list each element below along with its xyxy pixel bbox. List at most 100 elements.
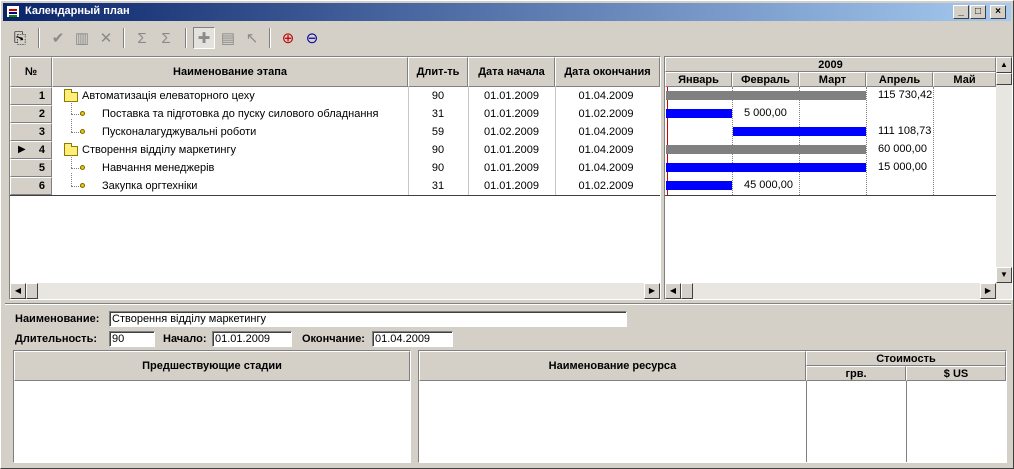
stage-name: Поставка та підготовка до пуску силового… <box>102 108 379 120</box>
col-header-duration[interactable]: Длит-ть <box>408 57 468 87</box>
table-row[interactable]: 6 Закупка оргтехніки 31 01.01.2009 01.02.200… <box>10 173 660 195</box>
stage-duration: 59 <box>431 126 445 138</box>
gantt-bar[interactable] <box>666 145 866 154</box>
add-node-icon[interactable]: ✚ <box>193 27 215 49</box>
stage-duration: 90 <box>431 144 445 156</box>
tree-line <box>71 173 72 186</box>
scroll-thumb[interactable] <box>996 73 1012 85</box>
cost-uah-header[interactable]: грв. <box>806 366 906 381</box>
grid-line <box>408 87 409 195</box>
tree-line <box>71 119 72 132</box>
minimize-button[interactable]: _ <box>953 5 969 19</box>
stage-end: 01.04.2009 <box>578 144 634 156</box>
start-field[interactable]: 01.01.2009 <box>212 331 292 347</box>
gantt-bar[interactable] <box>733 127 866 136</box>
stage-end: 01.04.2009 <box>578 90 634 102</box>
col-header-num[interactable]: № <box>10 57 52 87</box>
table-row[interactable]: 5 Навчання менеджерів 90 01.01.2009 01.04.20… <box>10 155 660 177</box>
check-icon[interactable]: ✔ <box>47 27 69 49</box>
table-row[interactable]: 1 Автоматизація елеваторного цеху 90 01.01.… <box>10 87 660 105</box>
resources-table: Наименование ресурса Стоимость грв. $ US <box>418 350 1007 463</box>
pointer-icon[interactable]: ↖ <box>241 27 263 49</box>
stage-start: 01.02.2009 <box>483 126 540 138</box>
gantt-bar-label: 15 000,00 <box>878 161 927 173</box>
row-number[interactable]: 1 <box>10 87 52 105</box>
tree-line <box>71 155 72 168</box>
gantt-bar[interactable] <box>666 91 866 100</box>
scroll-left-icon[interactable]: ◀ <box>665 283 681 299</box>
col-divider <box>806 381 807 462</box>
chart-icon[interactable]: ▥ <box>71 27 93 49</box>
main-window: Календарный план _ □ × ⎘ ✔ ▥ ✕ Σ Σ ✚ ▤ ↖… <box>0 0 1014 469</box>
grid-hscrollbar[interactable]: ◀ ▶ <box>10 283 660 299</box>
gantt-bar[interactable] <box>666 163 866 172</box>
toolbar-separator <box>185 28 187 48</box>
maximize-button[interactable]: □ <box>970 5 986 19</box>
cost-usd-header[interactable]: $ US <box>906 366 1006 381</box>
scroll-down-icon[interactable]: ▼ <box>996 267 1012 283</box>
col-header-start[interactable]: Дата начала <box>468 57 555 87</box>
row-number[interactable]: 6 <box>10 177 52 195</box>
scroll-up-icon[interactable]: ▲ <box>996 57 1012 73</box>
end-field[interactable]: 01.04.2009 <box>372 331 453 347</box>
scroll-left-icon[interactable]: ◀ <box>10 283 26 299</box>
row-number[interactable]: 4 <box>10 141 52 159</box>
stage-start: 01.01.2009 <box>483 144 540 156</box>
gantt-bar-label: 111 108,73 <box>878 125 932 137</box>
zoom-out-icon[interactable]: ⊖ <box>301 27 323 49</box>
col-header-end[interactable]: Дата окончания <box>555 57 660 87</box>
stage-start: 01.01.2009 <box>483 162 540 174</box>
link-icon[interactable]: ▤ <box>217 27 239 49</box>
stage-start: 01.01.2009 <box>483 108 540 120</box>
title-bar[interactable]: Календарный план _ □ × <box>3 3 1011 21</box>
delete-icon[interactable]: ✕ <box>95 27 117 49</box>
close-button[interactable]: × <box>990 5 1006 19</box>
col-divider <box>906 381 907 462</box>
sum-icon[interactable]: Σ <box>131 27 153 49</box>
row-number[interactable]: 2 <box>10 105 52 123</box>
scroll-thumb[interactable] <box>681 283 693 299</box>
table-row[interactable]: 2 Поставка та підготовка до пуску силовог… <box>10 101 660 123</box>
task-icon <box>80 111 85 116</box>
stage-duration: 31 <box>431 180 445 192</box>
gantt-month-header: Апрель <box>866 72 933 87</box>
duration-field[interactable]: 90 <box>109 331 155 347</box>
splitter[interactable] <box>5 303 1011 305</box>
gantt-month-header: Май <box>933 72 996 87</box>
table-row[interactable]: 3 Пусконалагуджувальні роботи 59 01.02.2009… <box>10 119 660 141</box>
stage-name: Автоматизація елеваторного цеху <box>82 90 255 102</box>
sum-alt-icon[interactable]: Σ <box>155 27 177 49</box>
table-row[interactable]: 4 ▶ Створення відділу маркетингу 90 01.01.20… <box>10 141 660 159</box>
grid-line <box>468 87 469 195</box>
gantt-grid-line <box>799 87 800 195</box>
zoom-in-icon[interactable]: ⊕ <box>277 27 299 49</box>
gantt-bar[interactable] <box>666 109 732 118</box>
gantt-bar[interactable] <box>666 181 732 190</box>
stage-duration: 90 <box>431 162 445 174</box>
predecessors-header[interactable]: Предшествующие стадии <box>14 351 410 381</box>
gantt-bar-label: 45 000,00 <box>744 179 793 191</box>
scroll-thumb[interactable] <box>26 283 38 299</box>
row-number[interactable]: 5 <box>10 159 52 177</box>
stage-end: 01.02.2009 <box>578 180 634 192</box>
gantt-year: 2009 <box>665 57 996 72</box>
gantt-hscrollbar[interactable]: ◀ ▶ <box>665 283 1012 299</box>
stage-name: Створення відділу маркетингу <box>82 144 237 156</box>
scroll-right-icon[interactable]: ▶ <box>980 283 996 299</box>
gantt-vscrollbar[interactable]: ▲ ▼ <box>996 57 1012 283</box>
gantt-bar-label: 60 000,00 <box>878 143 927 155</box>
window-title: Календарный план <box>25 5 130 17</box>
scroll-right-icon[interactable]: ▶ <box>644 283 660 299</box>
col-header-name[interactable]: Наименование этапа <box>52 57 408 87</box>
stage-duration: 31 <box>431 108 445 120</box>
name-label: Наименование: <box>15 313 100 325</box>
end-label: Окончание: <box>302 333 365 345</box>
resource-name-header[interactable]: Наименование ресурса <box>419 351 806 381</box>
app-icon <box>6 5 20 18</box>
export-icon[interactable]: ⎘ <box>9 27 31 49</box>
cost-header[interactable]: Стоимость <box>806 351 1006 366</box>
toolbar: ⎘ ✔ ▥ ✕ Σ Σ ✚ ▤ ↖ ⊕ ⊖ <box>3 23 1011 53</box>
row-number[interactable]: 3 <box>10 123 52 141</box>
name-field[interactable]: Створення відділу маркетингу <box>109 311 627 327</box>
stage-name: Закупка оргтехніки <box>102 180 198 192</box>
